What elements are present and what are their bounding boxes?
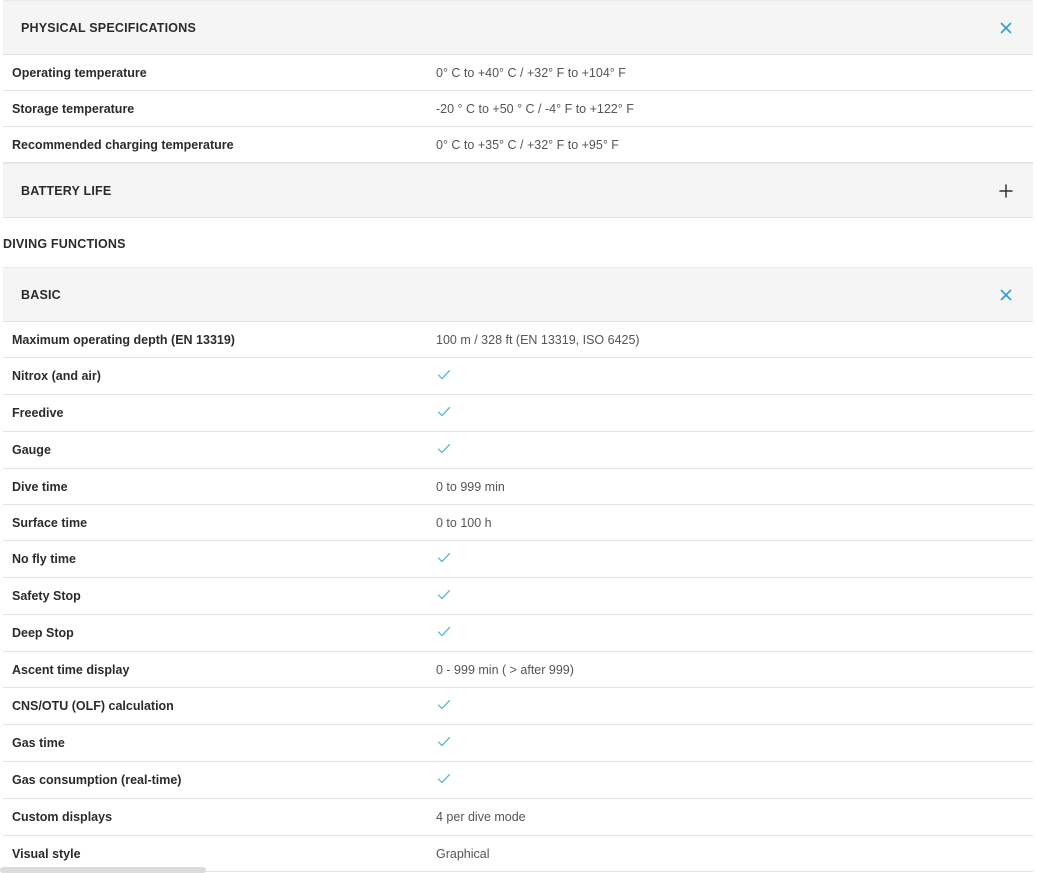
diving-functions-heading: DIVING FUNCTIONS xyxy=(3,218,1033,267)
table-row: Gas time xyxy=(3,725,1033,762)
checkmark-icon xyxy=(437,406,451,417)
checkmark-icon xyxy=(437,443,451,454)
table-row: Gauge xyxy=(3,432,1033,469)
physical-specifications-title: PHYSICAL SPECIFICATIONS xyxy=(21,20,196,35)
table-row: Surface time 0 to 100 h xyxy=(3,505,1033,541)
row-label: Custom displays xyxy=(12,810,113,824)
checkmark-icon xyxy=(437,626,451,637)
row-value: 4 per dive mode xyxy=(436,810,526,824)
battery-life-header[interactable]: BATTERY LIFE xyxy=(3,163,1033,218)
row-label: Deep Stop xyxy=(12,626,74,640)
row-value: 0° C to +40° C / +32° F to +104° F xyxy=(436,65,626,80)
row-value: 0 - 999 min ( > after 999) xyxy=(436,662,574,677)
checkmark-icon xyxy=(437,552,451,563)
spec-accordion-list: PHYSICAL SPECIFICATIONS Operating temper… xyxy=(3,0,1033,872)
row-label: Freedive xyxy=(12,406,64,420)
row-value: 0 to 999 min xyxy=(436,479,505,494)
table-row: Recommended charging temperature 0° C to … xyxy=(3,127,1033,163)
row-label: Visual style xyxy=(12,846,81,861)
row-label: Ascent time display xyxy=(12,662,130,677)
diving-functions-title: DIVING FUNCTIONS xyxy=(3,237,126,251)
row-label: No fly time xyxy=(12,552,76,566)
table-row: CNS/OTU (OLF) calculation xyxy=(3,688,1033,725)
table-row: Maximum operating depth (EN 13319) 100 m … xyxy=(3,322,1033,358)
horizontal-scrollbar[interactable] xyxy=(0,867,206,873)
physical-specifications-header[interactable]: PHYSICAL SPECIFICATIONS xyxy=(3,0,1033,55)
row-label: Recommended charging temperature xyxy=(12,137,234,152)
row-value: 0 to 100 h xyxy=(436,515,492,530)
row-label: Maximum operating depth (EN 13319) xyxy=(12,332,235,347)
table-row: Safety Stop xyxy=(3,578,1033,615)
plus-icon[interactable] xyxy=(997,182,1015,200)
close-icon[interactable] xyxy=(997,286,1015,304)
battery-life-title: BATTERY LIFE xyxy=(21,183,112,198)
table-row: Gas consumption (real-time) xyxy=(3,762,1033,799)
table-row: Dive time 0 to 999 min xyxy=(3,469,1033,505)
close-icon[interactable] xyxy=(997,19,1015,37)
row-label: Gas time xyxy=(12,736,65,750)
row-label: Operating temperature xyxy=(12,65,147,80)
row-label: Surface time xyxy=(12,515,88,530)
row-label: CNS/OTU (OLF) calculation xyxy=(12,699,174,713)
row-value: 0° C to +35° C / +32° F to +95° F xyxy=(436,137,619,152)
table-row: Operating temperature 0° C to +40° C / +3… xyxy=(3,55,1033,91)
checkmark-icon xyxy=(437,773,451,784)
checkmark-icon xyxy=(437,699,451,710)
table-row: Storage temperature -20 ° C to +50 ° C / … xyxy=(3,91,1033,127)
table-row: Deep Stop xyxy=(3,615,1033,652)
row-label: Gas consumption (real-time) xyxy=(12,773,182,787)
physical-specifications-table: Operating temperature 0° C to +40° C / +3… xyxy=(3,55,1033,163)
row-label: Safety Stop xyxy=(12,589,81,603)
basic-header[interactable]: BASIC xyxy=(3,267,1033,322)
table-row: Ascent time display 0 - 999 min ( > after… xyxy=(3,652,1033,688)
table-row: Custom displays 4 per dive mode xyxy=(3,799,1033,836)
row-label: Nitrox (and air) xyxy=(12,369,101,383)
checkmark-icon xyxy=(437,369,451,380)
table-row: Freedive xyxy=(3,395,1033,432)
table-row: Nitrox (and air) xyxy=(3,358,1033,395)
row-label: Dive time xyxy=(12,479,68,494)
checkmark-icon xyxy=(437,589,451,600)
row-value: -20 ° C to +50 ° C / -4° F to +122° F xyxy=(436,101,634,116)
basic-title: BASIC xyxy=(21,287,61,302)
basic-functions-table: Maximum operating depth (EN 13319) 100 m … xyxy=(3,322,1033,872)
row-value: 100 m / 328 ft (EN 13319, ISO 6425) xyxy=(436,332,640,347)
row-label: Gauge xyxy=(12,443,51,457)
row-value: Graphical xyxy=(436,846,490,861)
table-row: No fly time xyxy=(3,541,1033,578)
checkmark-icon xyxy=(437,736,451,747)
row-label: Storage temperature xyxy=(12,101,135,116)
